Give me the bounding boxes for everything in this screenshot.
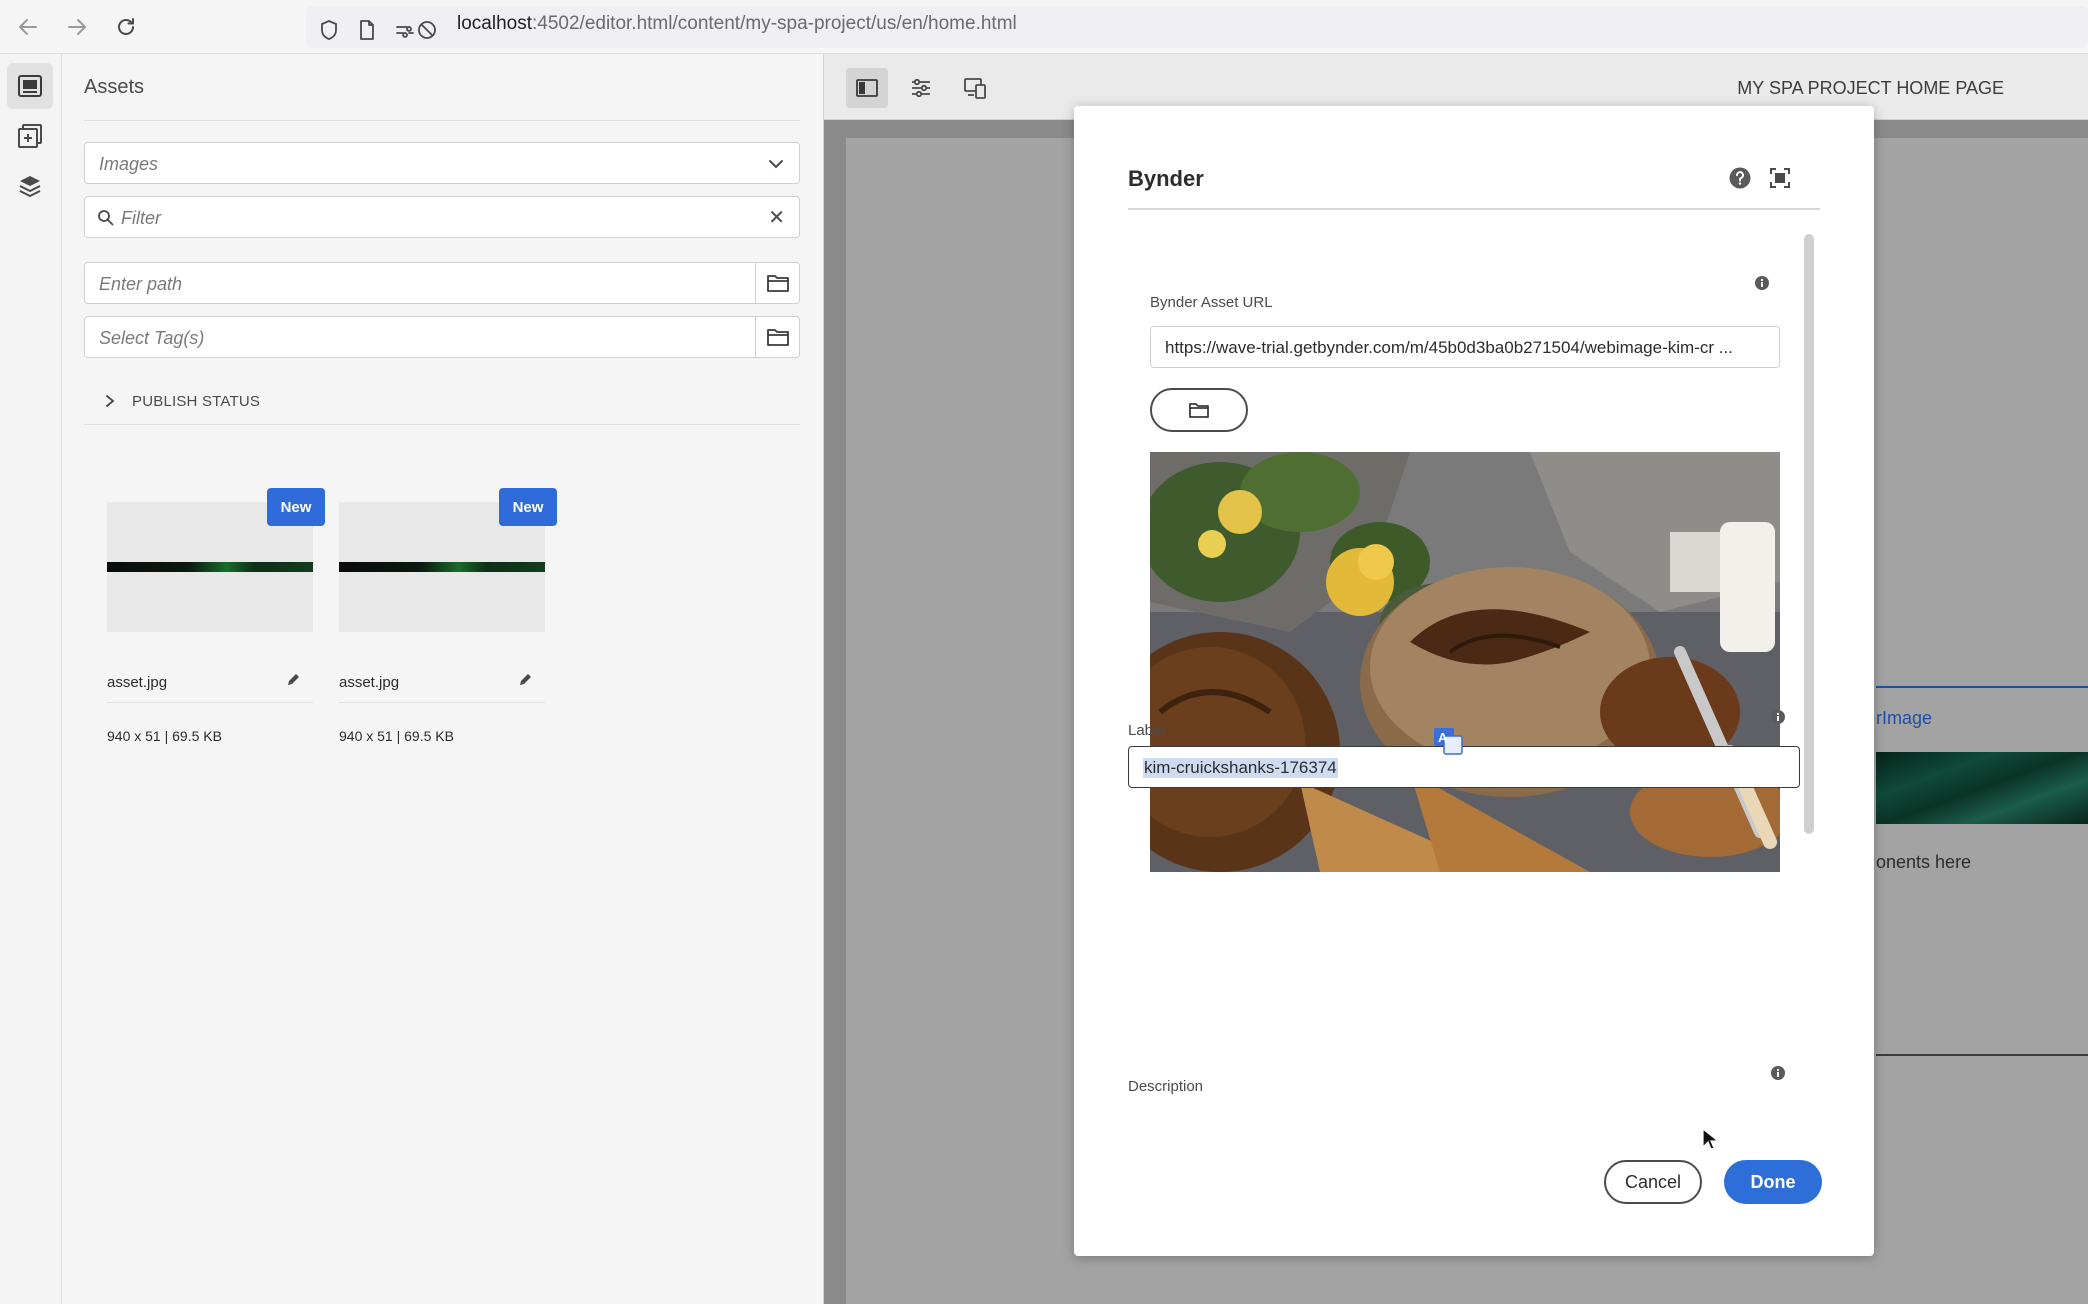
folder-icon — [766, 329, 789, 346]
divider — [84, 120, 800, 121]
done-button[interactable]: Done — [1724, 1160, 1822, 1204]
components-button[interactable] — [7, 113, 53, 159]
help-icon[interactable] — [1728, 166, 1752, 190]
shield-icon[interactable] — [318, 19, 340, 41]
thumbnail-strip — [107, 562, 313, 572]
assets-title: Assets — [84, 76, 145, 98]
permissions-icon[interactable] — [394, 19, 416, 41]
forward-icon[interactable] — [61, 12, 93, 42]
chevron-down-icon — [769, 160, 783, 169]
edit-icon[interactable] — [517, 672, 533, 688]
translate-icon[interactable]: A — [1432, 726, 1464, 756]
back-icon[interactable] — [12, 12, 44, 42]
toggle-side-panel-button[interactable] — [846, 68, 888, 108]
assets-icon — [18, 75, 42, 97]
page-properties-button[interactable] — [900, 68, 942, 108]
folder-icon — [766, 275, 789, 292]
asset-type-value: Images — [99, 154, 159, 174]
page-title: MY SPA PROJECT HOME PAGE — [1737, 78, 2004, 98]
fullscreen-icon[interactable] — [1768, 166, 1792, 190]
label-field-label: Label — [1128, 722, 1165, 739]
asset-meta: 940 x 51 | 69.5 KB — [339, 728, 454, 744]
devices-icon — [964, 78, 986, 99]
filter-placeholder: Filter — [121, 208, 161, 228]
assets-finder-button[interactable] — [7, 63, 53, 109]
publish-status-label: PUBLISH STATUS — [132, 392, 261, 410]
asset-name: asset.jpg — [107, 674, 168, 691]
filter-input[interactable]: Filter ✕ — [84, 196, 800, 238]
thumbnail-strip — [339, 562, 545, 572]
svg-text:A: A — [1438, 730, 1448, 745]
divider — [1128, 208, 1820, 210]
new-badge: New — [499, 488, 557, 526]
label-value: kim-cruickshanks-176374 — [1143, 758, 1338, 778]
cancel-button[interactable]: Cancel — [1604, 1160, 1702, 1204]
mouse-cursor-icon — [1702, 1128, 1718, 1150]
folder-icon — [1189, 403, 1209, 418]
bread-photo — [1150, 452, 1780, 872]
publish-status-toggle[interactable]: PUBLISH STATUS — [104, 389, 260, 413]
url-host: localhost — [457, 13, 532, 34]
asset-card[interactable]: New asset.jpg 940 x 51 | 69.5 KB — [107, 448, 325, 748]
asset-url-field[interactable]: https://wave-trial.getbynder.com/m/45b0d… — [1150, 326, 1780, 368]
path-placeholder: Enter path — [99, 274, 183, 294]
drag-components-hint: onents here — [1876, 852, 1972, 872]
url-path: :4502/editor.html/content/my-spa-project… — [532, 13, 1017, 34]
info-icon[interactable] — [1755, 276, 1769, 290]
page-icon[interactable] — [356, 19, 378, 41]
browser-toolbar: localhost:4502/editor.html/content/my-sp… — [0, 0, 2088, 54]
asset-name: asset.jpg — [339, 674, 400, 691]
description-label: Description — [1128, 1078, 1204, 1095]
emulator-button[interactable] — [954, 68, 996, 108]
divider — [107, 702, 313, 703]
sliders-icon — [912, 78, 930, 98]
browse-bynder-button[interactable] — [1150, 388, 1248, 432]
tags-browse-button[interactable] — [755, 317, 799, 357]
asset-type-select[interactable]: Images — [84, 142, 800, 184]
new-badge: New — [267, 488, 325, 526]
content-tree-button[interactable] — [7, 163, 53, 209]
bynder-dialog: Bynder Bynder Asset URL https://wave-tri… — [1074, 106, 1874, 1256]
chevron-right-icon — [106, 395, 115, 407]
url-text: localhost:4502/editor.html/content/my-sp… — [457, 13, 1017, 35]
asset-url-value: https://wave-trial.getbynder.com/m/45b0d… — [1165, 338, 1733, 357]
side-panel-icon — [856, 79, 878, 97]
assets-panel: Assets Images Filter ✕ Enter path Select… — [62, 54, 824, 1304]
tags-input[interactable]: Select Tag(s) — [84, 316, 800, 358]
search-icon — [98, 210, 114, 226]
divider — [339, 702, 545, 703]
side-rail — [0, 54, 62, 1304]
dialog-scrollbar[interactable] — [1804, 234, 1814, 834]
label-input[interactable]: kim-cruickshanks-176374 — [1128, 746, 1800, 788]
info-icon[interactable] — [1771, 1066, 1785, 1080]
layers-icon — [19, 176, 41, 197]
asset-preview-image — [1150, 452, 1780, 872]
asset-card[interactable]: New asset.jpg 940 x 51 | 69.5 KB — [339, 448, 557, 748]
asset-url-label: Bynder Asset URL — [1150, 294, 1273, 311]
clear-icon[interactable]: ✕ — [768, 205, 785, 230]
dialog-title: Bynder — [1128, 166, 1204, 191]
tags-placeholder: Select Tag(s) — [99, 328, 205, 348]
component-image — [1876, 752, 2088, 824]
reload-icon[interactable] — [110, 12, 142, 42]
tracking-protection-icon[interactable] — [416, 19, 438, 41]
components-icon — [18, 124, 42, 148]
info-icon[interactable] — [1771, 710, 1785, 724]
asset-meta: 940 x 51 | 69.5 KB — [107, 728, 222, 744]
divider — [84, 424, 800, 425]
path-input[interactable]: Enter path — [84, 262, 800, 304]
edit-icon[interactable] — [285, 672, 301, 688]
path-browse-button[interactable] — [755, 263, 799, 303]
component-label: rImage — [1876, 708, 1933, 728]
